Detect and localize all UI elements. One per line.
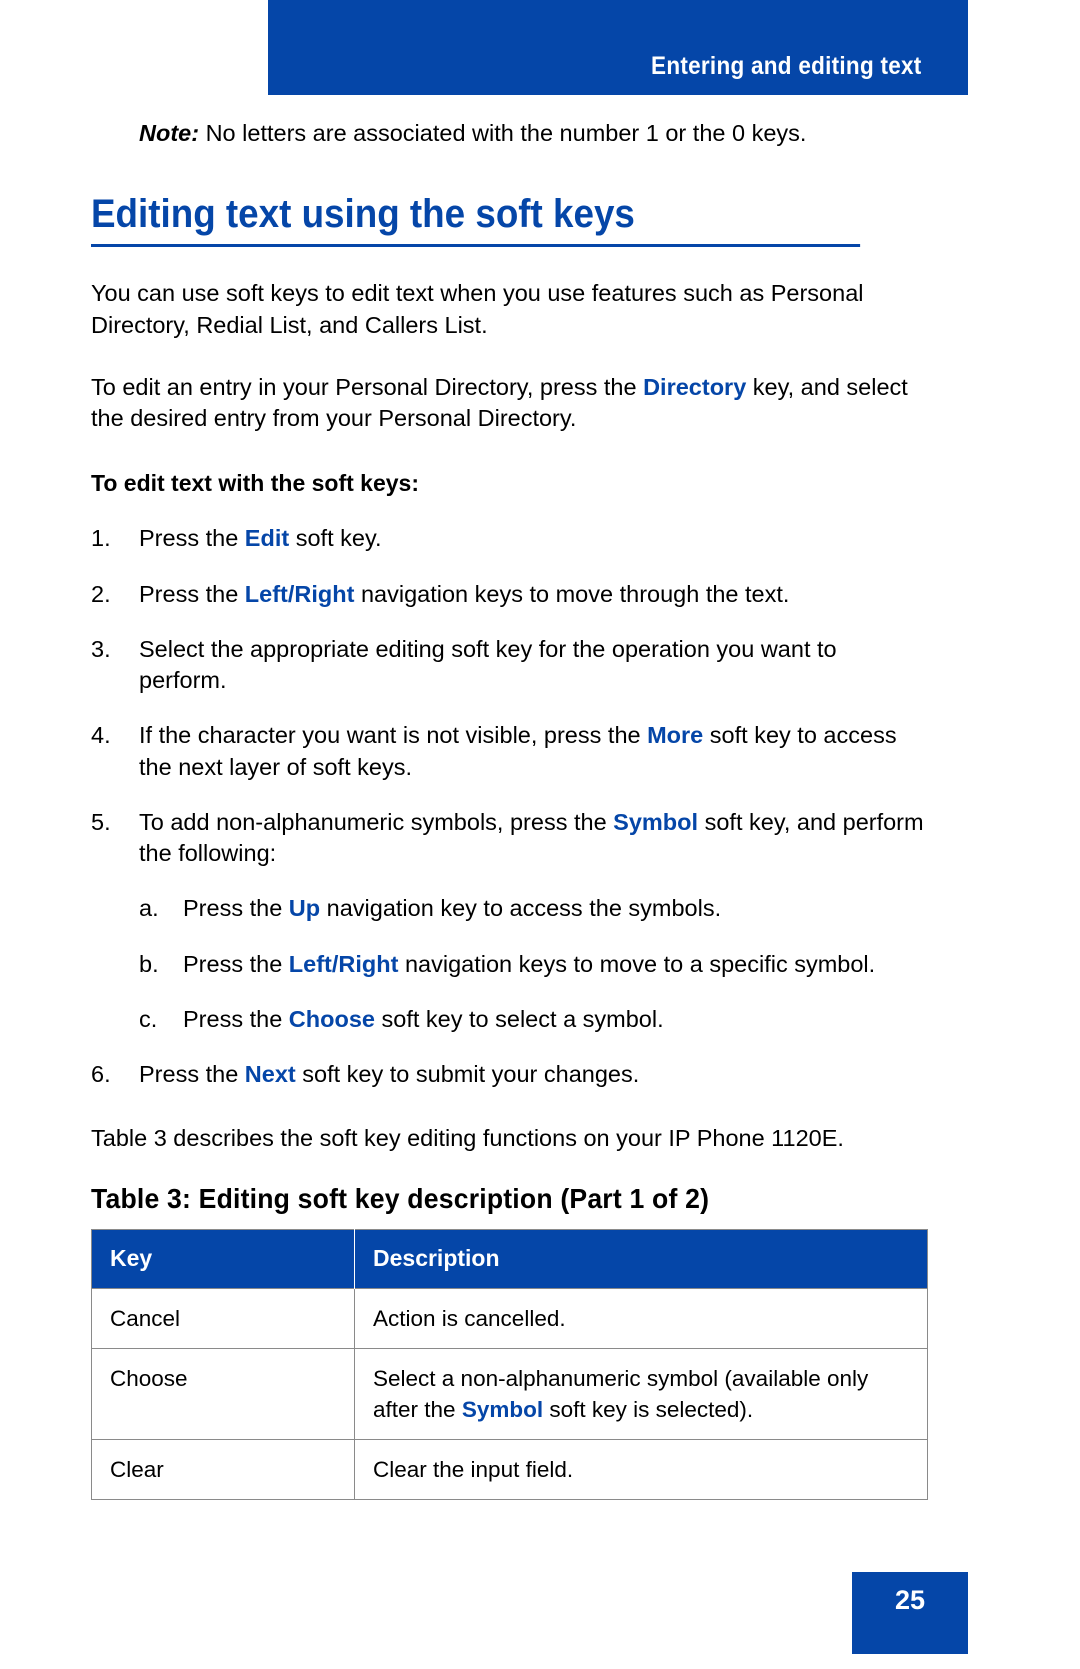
- step-post: navigation keys to move to a specific sy…: [398, 950, 876, 977]
- table-caption: Table 3: Editing soft key description (P…: [91, 1182, 710, 1214]
- page-number-box: 25: [852, 1572, 968, 1654]
- keyword-symbol: Symbol: [461, 1396, 544, 1422]
- soft-key-description-table: Key Description Cancel Action is cancell…: [91, 1228, 928, 1500]
- table-header-row: Key Description: [91, 1229, 928, 1289]
- table-row: Cancel Action is cancelled.: [91, 1287, 928, 1349]
- note-text: No letters are associated with the numbe…: [205, 120, 807, 146]
- step-pre: To add non-alphanumeric symbols, press t…: [139, 808, 614, 835]
- list-item: c. Press the Choose soft key to select a…: [139, 1004, 927, 1035]
- list-item: 6. Press the Next soft key to submit you…: [91, 1059, 927, 1090]
- cell-desc-post: soft key is selected).: [543, 1396, 754, 1422]
- step-pre: Press the: [139, 580, 245, 607]
- step-marker: 1.: [91, 525, 111, 552]
- step-post: soft key.: [289, 525, 382, 552]
- step-text: Press the Next soft key to submit your c…: [139, 1059, 927, 1090]
- step-marker: 3.: [91, 635, 111, 662]
- cell-description: Action is cancelled.: [354, 1287, 928, 1349]
- step-marker: a.: [139, 895, 159, 922]
- step-pre: Press the: [183, 1005, 289, 1032]
- table-intro-paragraph: Table 3 describes the soft key editing f…: [91, 1125, 844, 1152]
- step-text: Press the Left/Right navigation keys to …: [139, 579, 927, 610]
- list-item: 5. To add non-alphanumeric symbols, pres…: [91, 807, 927, 870]
- keyword-up: Up: [288, 895, 321, 922]
- list-item: 2. Press the Left/Right navigation keys …: [91, 579, 927, 610]
- step-pre: Press the: [139, 1061, 245, 1088]
- intro-paragraph-1: You can use soft keys to edit text when …: [91, 280, 864, 338]
- step-pre: Select the appropriate editing soft key …: [139, 635, 837, 694]
- section-heading: Editing text using the soft keys: [91, 192, 861, 248]
- table-row: Clear Clear the input field.: [91, 1438, 928, 1500]
- step-marker: 5.: [91, 808, 111, 835]
- step-text: To add non-alphanumeric symbols, press t…: [139, 807, 927, 870]
- cell-key: Clear: [91, 1438, 355, 1500]
- note-label: Note:: [139, 120, 200, 146]
- keyword-left-right: Left/Right: [244, 580, 355, 607]
- column-header-key: Key: [91, 1229, 355, 1289]
- keyword-left-right: Left/Right: [288, 950, 399, 977]
- step-text: If the character you want is not visible…: [139, 720, 927, 783]
- list-item: b. Press the Left/Right navigation keys …: [139, 949, 927, 980]
- step-text: Press the Edit soft key.: [139, 523, 927, 554]
- step-marker: 2.: [91, 580, 111, 607]
- keyword-symbol: Symbol: [613, 808, 699, 835]
- table-row: Choose Select a non-alphanumeric symbol …: [91, 1347, 928, 1440]
- step-post: navigation key to access the symbols.: [320, 895, 722, 922]
- step-post: soft key to select a symbol.: [374, 1005, 664, 1032]
- intro-paragraph-2: To edit an entry in your Personal Direct…: [91, 372, 927, 435]
- step-marker: 4.: [91, 722, 111, 749]
- step-text: Press the Up navigation key to access th…: [183, 893, 927, 924]
- procedure-heading: To edit text with the soft keys:: [91, 470, 419, 497]
- procedure-steps: 1. Press the Edit soft key. 2. Press the…: [91, 523, 927, 1090]
- step-post: navigation keys to move through the text…: [354, 580, 790, 607]
- list-item: a. Press the Up navigation key to access…: [139, 893, 927, 924]
- list-item: 4. If the character you want is not visi…: [91, 720, 927, 783]
- cell-key: Cancel: [91, 1287, 355, 1349]
- step-text: Press the Choose soft key to select a sy…: [183, 1004, 927, 1035]
- page-content: Note: No letters are associated with the…: [91, 118, 928, 1500]
- page-header-band: Entering and editing text: [268, 0, 968, 95]
- cell-key: Choose: [91, 1347, 355, 1440]
- step-marker: 6.: [91, 1061, 111, 1088]
- cell-desc-pre: Action is cancelled.: [373, 1305, 566, 1331]
- keyword-edit: Edit: [244, 525, 290, 552]
- step-marker: c.: [139, 1005, 158, 1032]
- list-item: 3. Select the appropriate editing soft k…: [91, 634, 927, 697]
- intro2-pre: To edit an entry in your Personal Direct…: [91, 373, 644, 400]
- step-marker: b.: [139, 950, 159, 977]
- running-header-title: Entering and editing text: [651, 52, 922, 80]
- page-number: 25: [894, 1585, 926, 1615]
- step-text: Press the Left/Right navigation keys to …: [183, 949, 927, 980]
- column-header-description: Description: [354, 1229, 928, 1289]
- cell-desc-pre: Clear the input field.: [373, 1456, 574, 1482]
- step-pre: If the character you want is not visible…: [139, 722, 648, 749]
- step-text: Select the appropriate editing soft key …: [139, 634, 927, 697]
- list-item: 1. Press the Edit soft key.: [91, 523, 927, 554]
- step-pre: Press the: [139, 525, 245, 552]
- cell-description: Select a non-alphanumeric symbol (availa…: [354, 1347, 928, 1440]
- cell-description: Clear the input field.: [354, 1438, 928, 1500]
- step-pre: Press the: [183, 950, 289, 977]
- keyword-directory: Directory: [643, 373, 747, 400]
- step-pre: Press the: [183, 895, 289, 922]
- step-post: soft key to submit your changes.: [295, 1061, 640, 1088]
- keyword-choose: Choose: [288, 1005, 375, 1032]
- keyword-next: Next: [244, 1061, 296, 1088]
- note-block: Note: No letters are associated with the…: [139, 118, 927, 149]
- keyword-more: More: [647, 722, 704, 749]
